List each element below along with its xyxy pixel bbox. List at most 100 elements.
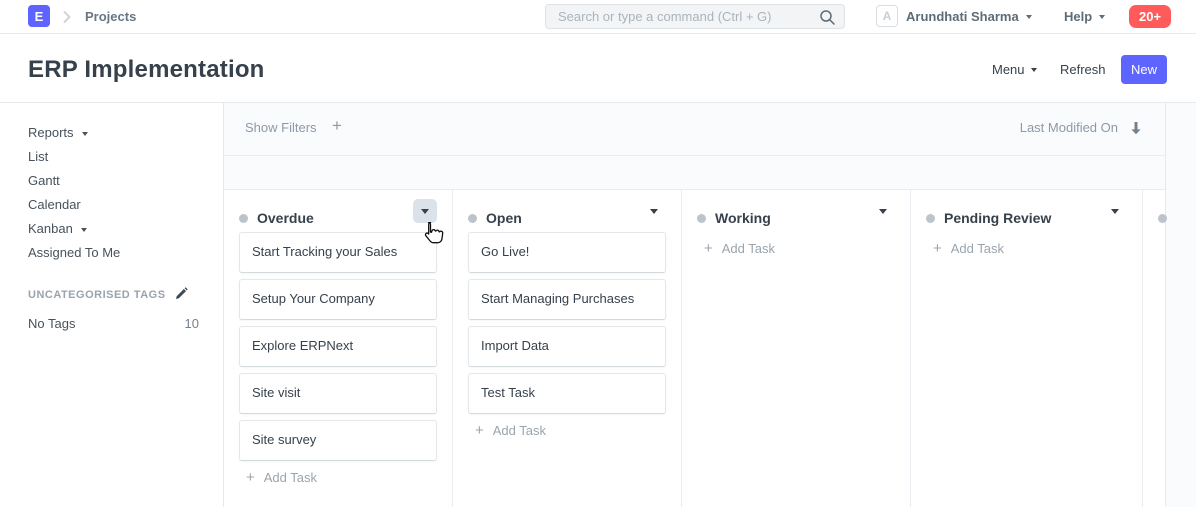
chevron-down-icon bbox=[1026, 15, 1032, 19]
sort-direction-icon[interactable] bbox=[1130, 121, 1142, 135]
kanban-column-open: Open Go Live! Start Managing Purchases Imp… bbox=[452, 190, 681, 507]
kanban-card[interactable]: Start Tracking your Sales bbox=[239, 232, 437, 273]
card-list: Go Live! Start Managing Purchases Import D… bbox=[453, 232, 681, 414]
refresh-label: Refresh bbox=[1060, 62, 1106, 77]
column-menu-button[interactable] bbox=[871, 199, 895, 223]
sort-selector: Last Modified On bbox=[1020, 120, 1142, 135]
kanban-column-pending-review: Pending Review + Add Task bbox=[910, 190, 1142, 507]
add-task-label: Add Task bbox=[951, 241, 1004, 256]
user-name-label: Arundhati Sharma bbox=[906, 9, 1019, 24]
column-header: Working bbox=[682, 190, 910, 232]
sidebar-item-assigned-to-me[interactable]: Assigned To Me bbox=[0, 241, 223, 265]
tag-filter-no-tags[interactable]: No Tags 10 bbox=[0, 312, 223, 334]
chevron-down-icon bbox=[81, 228, 87, 232]
column-indicator-dot bbox=[1158, 214, 1167, 223]
column-indicator-dot bbox=[468, 214, 477, 223]
sidebar-item-label: Gantt bbox=[28, 169, 60, 193]
content-area: Reports List Gantt Calendar Kanban Assig… bbox=[0, 103, 1196, 507]
notification-badge[interactable]: 20+ bbox=[1129, 5, 1171, 28]
kanban-card[interactable]: Setup Your Company bbox=[239, 279, 437, 320]
top-navbar: E Projects A Arundhati Sharma Help 20+ bbox=[0, 0, 1196, 34]
kanban-column-working: Working + Add Task bbox=[681, 190, 910, 507]
menu-button[interactable]: Menu bbox=[992, 62, 1037, 77]
sidebar-item-calendar[interactable]: Calendar bbox=[0, 193, 223, 217]
add-task-button[interactable]: + Add Task bbox=[453, 420, 681, 440]
sidebar-item-label: Calendar bbox=[28, 193, 81, 217]
search-input[interactable] bbox=[546, 5, 844, 28]
chevron-down-icon bbox=[650, 209, 658, 214]
kanban-column-overdue: Overdue Start Tracking your Sales Setup Y… bbox=[224, 190, 452, 507]
kanban-board: Overdue Start Tracking your Sales Setup Y… bbox=[224, 190, 1165, 507]
plus-icon: + bbox=[475, 423, 484, 438]
add-task-label: Add Task bbox=[264, 470, 317, 485]
column-indicator-dot bbox=[926, 214, 935, 223]
chevron-down-icon bbox=[879, 209, 887, 214]
column-menu-button[interactable] bbox=[642, 199, 666, 223]
user-dropdown[interactable]: Arundhati Sharma bbox=[906, 9, 1032, 24]
kanban-card[interactable]: Start Managing Purchases bbox=[468, 279, 666, 320]
breadcrumb-chevron-icon bbox=[62, 10, 73, 29]
sidebar-item-label: List bbox=[28, 145, 48, 169]
help-label: Help bbox=[1064, 9, 1092, 24]
user-avatar[interactable]: A bbox=[876, 5, 898, 27]
column-title: Working bbox=[715, 210, 771, 226]
global-search bbox=[545, 4, 845, 29]
plus-icon: + bbox=[933, 241, 942, 256]
filter-bar: Show Filters + Last Modified On bbox=[224, 103, 1165, 156]
sidebar-item-label: Reports bbox=[28, 121, 74, 145]
sidebar-item-list[interactable]: List bbox=[0, 145, 223, 169]
page-header: ERP Implementation Menu Refresh New bbox=[0, 34, 1196, 103]
menu-label: Menu bbox=[992, 62, 1025, 77]
sidebar: Reports List Gantt Calendar Kanban Assig… bbox=[0, 103, 224, 507]
sidebar-item-label: Kanban bbox=[28, 217, 73, 241]
breadcrumb-projects[interactable]: Projects bbox=[85, 9, 136, 24]
help-dropdown[interactable]: Help bbox=[1064, 9, 1105, 24]
app-logo[interactable]: E bbox=[28, 5, 50, 27]
plus-icon: + bbox=[246, 470, 255, 485]
show-filters-button[interactable]: Show Filters bbox=[245, 120, 317, 135]
chevron-down-icon bbox=[1031, 68, 1037, 72]
sidebar-item-kanban[interactable]: Kanban bbox=[0, 217, 223, 241]
kanban-card[interactable]: Site survey bbox=[239, 420, 437, 461]
tags-header-label: UNCATEGORISED TAGS bbox=[28, 289, 166, 301]
new-button[interactable]: New bbox=[1121, 55, 1167, 84]
tag-count: 10 bbox=[185, 316, 199, 331]
column-menu-button[interactable] bbox=[1103, 199, 1127, 223]
erpnext-app: E Projects A Arundhati Sharma Help 20+ E… bbox=[0, 0, 1196, 508]
filter-area-spacer bbox=[224, 156, 1165, 190]
sidebar-item-gantt[interactable]: Gantt bbox=[0, 169, 223, 193]
column-title: Open bbox=[486, 210, 522, 226]
sort-by-button[interactable]: Last Modified On bbox=[1020, 120, 1118, 135]
refresh-button[interactable]: Refresh bbox=[1060, 62, 1106, 77]
add-task-button[interactable]: + Add Task bbox=[911, 238, 1142, 258]
add-task-button[interactable]: + Add Task bbox=[224, 467, 452, 487]
chevron-down-icon bbox=[421, 209, 429, 214]
kanban-card[interactable]: Import Data bbox=[468, 326, 666, 367]
column-header bbox=[1143, 190, 1191, 232]
card-list: Start Tracking your Sales Setup Your Comp… bbox=[224, 232, 452, 461]
column-indicator-dot bbox=[239, 214, 248, 223]
page-title: ERP Implementation bbox=[28, 56, 265, 84]
kanban-card[interactable]: Site visit bbox=[239, 373, 437, 414]
chevron-down-icon bbox=[82, 132, 88, 136]
column-menu-button[interactable] bbox=[413, 199, 437, 223]
add-task-label: Add Task bbox=[493, 423, 546, 438]
kanban-card[interactable]: Explore ERPNext bbox=[239, 326, 437, 367]
add-task-label: Add Task bbox=[722, 241, 775, 256]
page-background bbox=[1166, 103, 1196, 507]
column-title: Pending Review bbox=[944, 210, 1051, 226]
plus-icon: + bbox=[704, 241, 713, 256]
sidebar-item-reports[interactable]: Reports bbox=[0, 121, 223, 145]
tag-label: No Tags bbox=[28, 316, 75, 331]
add-task-button[interactable]: + Add Task bbox=[682, 238, 910, 258]
column-header: Pending Review bbox=[911, 190, 1142, 232]
tags-section-header: UNCATEGORISED TAGS bbox=[0, 287, 223, 303]
column-title: Overdue bbox=[257, 210, 314, 226]
search-icon bbox=[819, 9, 836, 31]
add-filter-button[interactable]: + bbox=[332, 116, 342, 136]
edit-pencil-icon[interactable] bbox=[175, 287, 188, 303]
column-header: Open bbox=[453, 190, 681, 232]
kanban-card[interactable]: Test Task bbox=[468, 373, 666, 414]
kanban-card[interactable]: Go Live! bbox=[468, 232, 666, 273]
chevron-down-icon bbox=[1111, 209, 1119, 214]
